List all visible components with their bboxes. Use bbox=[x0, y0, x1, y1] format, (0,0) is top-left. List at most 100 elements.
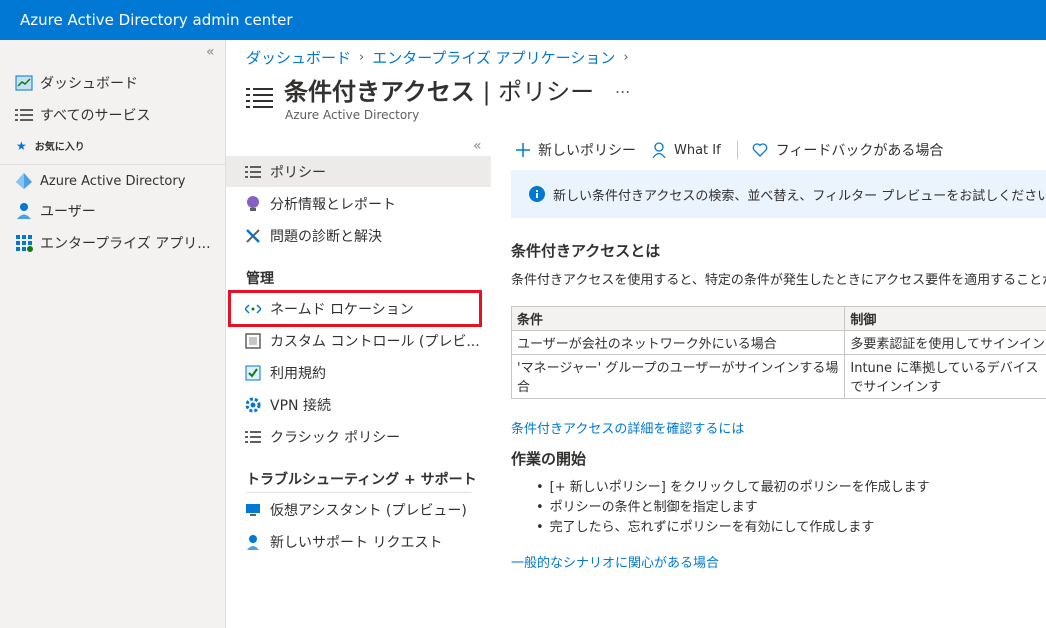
column-header-control: 制御 bbox=[844, 306, 1046, 331]
breadcrumb-dashboard[interactable]: ダッシュボード bbox=[246, 47, 351, 68]
divider bbox=[246, 492, 471, 493]
heart-icon bbox=[752, 143, 768, 157]
more-options-button[interactable]: ... bbox=[615, 78, 630, 97]
intro-paragraph: 条件付きアクセスを使用すると、特定の条件が発生したときにアクセス要件を適用するこ… bbox=[511, 273, 1046, 288]
sidebar-item-label: ユーザー bbox=[40, 204, 96, 220]
collapse-menu-icon[interactable]: « bbox=[473, 138, 482, 154]
list-item: [+ 新しいポリシー] をクリックして最初のポリシーを作成します bbox=[536, 478, 930, 498]
info-icon bbox=[529, 186, 545, 202]
checklist-icon bbox=[244, 364, 262, 382]
what-if-label: What If bbox=[674, 142, 721, 158]
menu-item-policies[interactable]: ポリシー bbox=[226, 156, 491, 187]
breadcrumb: ダッシュボード › エンタープライズ アプリケーション › bbox=[246, 47, 637, 68]
menu-item-label: VPN 接続 bbox=[270, 397, 331, 414]
sidebar-item-label: ダッシュボード bbox=[40, 76, 138, 92]
toolbar-divider bbox=[736, 141, 738, 159]
table-row: ユーザーが会社のネットワーク外にいる場合 多要素認証を使用してサインイン bbox=[511, 330, 1046, 355]
menu-item-diagnose[interactable]: 問題の診断と解決 bbox=[226, 220, 491, 251]
page-title-main: 条件付きアクセス bbox=[284, 78, 475, 106]
menu-item-label: 仮想アシスタント (プレビュー) bbox=[270, 502, 467, 519]
menu-item-terms-of-use[interactable]: 利用規約 bbox=[226, 357, 491, 388]
info-banner[interactable]: 新しい条件付きアクセスの検索、並べ替え、フィルター プレビューをお試しください。 bbox=[511, 170, 1046, 218]
portal-header: Azure Active Directory admin center bbox=[0, 0, 1046, 40]
list-item: ポリシーの条件と制御を指定します bbox=[536, 498, 930, 518]
sidebar-item-all-services[interactable]: すべてのサービス bbox=[14, 102, 150, 128]
new-policy-label: 新しいポリシー bbox=[538, 143, 636, 159]
table-cell: 多要素認証を使用してサインイン bbox=[844, 330, 1046, 355]
sidebar-item-label: すべてのサービス bbox=[40, 108, 151, 124]
person-icon bbox=[652, 142, 666, 158]
table-header-row: 条件 制御 bbox=[511, 306, 1046, 331]
table-cell: 'マネージャー' グループのユーザーがサインインする場合 bbox=[511, 354, 846, 399]
menu-item-virtual-assistant[interactable]: 仮想アシスタント (プレビュー) bbox=[226, 494, 491, 525]
sidebar-item-enterprise-apps[interactable]: エンタープライズ アプリ... bbox=[14, 230, 211, 256]
chevron-right-icon: › bbox=[623, 50, 629, 65]
feedback-button[interactable]: フィードバックがある場合 bbox=[752, 140, 944, 160]
menu-item-label: 問題の診断と解決 bbox=[270, 228, 382, 245]
page-title-section: | ポリシー bbox=[474, 78, 595, 106]
sidebar-item-azure-ad[interactable]: Azure Active Directory bbox=[14, 168, 185, 194]
sidebar-item-dashboard[interactable]: ダッシュボード bbox=[14, 70, 138, 96]
page-subtitle: Azure Active Directory bbox=[285, 108, 420, 122]
chevron-right-icon: › bbox=[359, 50, 365, 65]
list-icon bbox=[244, 428, 262, 446]
get-started-list: [+ 新しいポリシー] をクリックして最初のポリシーを作成します ポリシーの条件… bbox=[536, 478, 930, 538]
highlight-box bbox=[228, 290, 482, 327]
learn-more-link[interactable]: 条件付きアクセスの詳細を確認するには bbox=[511, 418, 744, 437]
heading-get-started: 作業の開始 bbox=[511, 450, 587, 468]
list-icon bbox=[244, 163, 262, 181]
menu-item-support-request[interactable]: 新しいサポート リクエスト bbox=[226, 526, 491, 557]
menu-item-label: 分析情報とレポート bbox=[270, 196, 396, 213]
table-row: 'マネージャー' グループのユーザーがサインインする場合 Intune に準拠し… bbox=[511, 354, 1046, 399]
menu-item-label: ポリシー bbox=[270, 164, 326, 181]
dashboard-icon bbox=[14, 73, 34, 93]
menu-item-label: 利用規約 bbox=[270, 365, 326, 382]
menu-item-label: 新しいサポート リクエスト bbox=[270, 534, 443, 551]
info-banner-text: 新しい条件付きアクセスの検索、並べ替え、フィルター プレビューをお試しください。 bbox=[553, 188, 1046, 204]
custom-controls-icon bbox=[244, 332, 262, 350]
apps-grid-icon bbox=[14, 233, 34, 253]
section-header-manage: 管理 bbox=[246, 271, 274, 287]
favorites-header: ★ お気に入り bbox=[16, 138, 85, 154]
page-title: 条件付きアクセス | ポリシー bbox=[284, 72, 594, 107]
sidebar-item-label: エンタープライズ アプリ... bbox=[40, 236, 211, 252]
sidebar-item-users[interactable]: ユーザー bbox=[14, 198, 96, 224]
new-policy-button[interactable]: 新しいポリシー bbox=[516, 140, 636, 160]
collapse-sidebar-icon[interactable]: « bbox=[206, 44, 215, 60]
menu-item-classic-policies[interactable]: クラシック ポリシー bbox=[226, 421, 491, 452]
heading-what-is-ca: 条件付きアクセスとは bbox=[511, 242, 661, 260]
plus-icon bbox=[516, 143, 530, 157]
menu-item-insights[interactable]: 分析情報とレポート bbox=[226, 188, 491, 219]
star-icon: ★ bbox=[16, 138, 27, 153]
assistant-icon bbox=[244, 501, 262, 519]
list-icon bbox=[14, 105, 34, 125]
azure-ad-diamond-icon bbox=[14, 171, 34, 191]
portal-title[interactable]: Azure Active Directory admin center bbox=[20, 11, 293, 29]
section-header-support: トラブルシューティング + サポート bbox=[246, 472, 477, 488]
menu-item-custom-controls[interactable]: カスタム コントロール (プレビ... bbox=[226, 325, 491, 356]
policy-list-icon bbox=[246, 86, 274, 114]
wrench-icon bbox=[244, 227, 262, 245]
common-scenarios-link[interactable]: 一般的なシナリオに関心がある場合 bbox=[511, 552, 719, 571]
global-sidebar bbox=[0, 40, 226, 628]
feedback-label: フィードバックがある場合 bbox=[775, 143, 944, 159]
support-person-icon bbox=[244, 533, 262, 551]
favorites-label: お気に入り bbox=[34, 142, 85, 153]
vpn-gear-icon bbox=[244, 396, 262, 414]
list-item: 完了したら、忘れずにポリシーを有効にして作成します bbox=[536, 518, 930, 538]
menu-item-vpn[interactable]: VPN 接続 bbox=[226, 389, 491, 420]
examples-table-wrapper: 条件 制御 ユーザーが会社のネットワーク外にいる場合 多要素認証を使用してサイン… bbox=[511, 306, 1046, 402]
user-icon bbox=[14, 201, 34, 221]
lightbulb-icon bbox=[244, 195, 262, 213]
what-if-button[interactable]: What If bbox=[652, 142, 721, 158]
sidebar-item-label: Azure Active Directory bbox=[40, 173, 186, 189]
examples-table: 条件 制御 ユーザーが会社のネットワーク外にいる場合 多要素認証を使用してサイン… bbox=[511, 306, 1046, 399]
menu-item-label: カスタム コントロール (プレビ... bbox=[270, 333, 480, 350]
command-bar: 新しいポリシー What If フィードバックがある場合 bbox=[516, 138, 959, 162]
divider bbox=[0, 164, 225, 165]
table-cell: Intune に準拠しているデバイスでサインインす bbox=[844, 354, 1046, 399]
menu-item-label: クラシック ポリシー bbox=[270, 429, 401, 446]
column-header-condition: 条件 bbox=[511, 306, 846, 331]
breadcrumb-enterprise-apps[interactable]: エンタープライズ アプリケーション bbox=[372, 47, 615, 68]
table-cell: ユーザーが会社のネットワーク外にいる場合 bbox=[511, 330, 846, 355]
